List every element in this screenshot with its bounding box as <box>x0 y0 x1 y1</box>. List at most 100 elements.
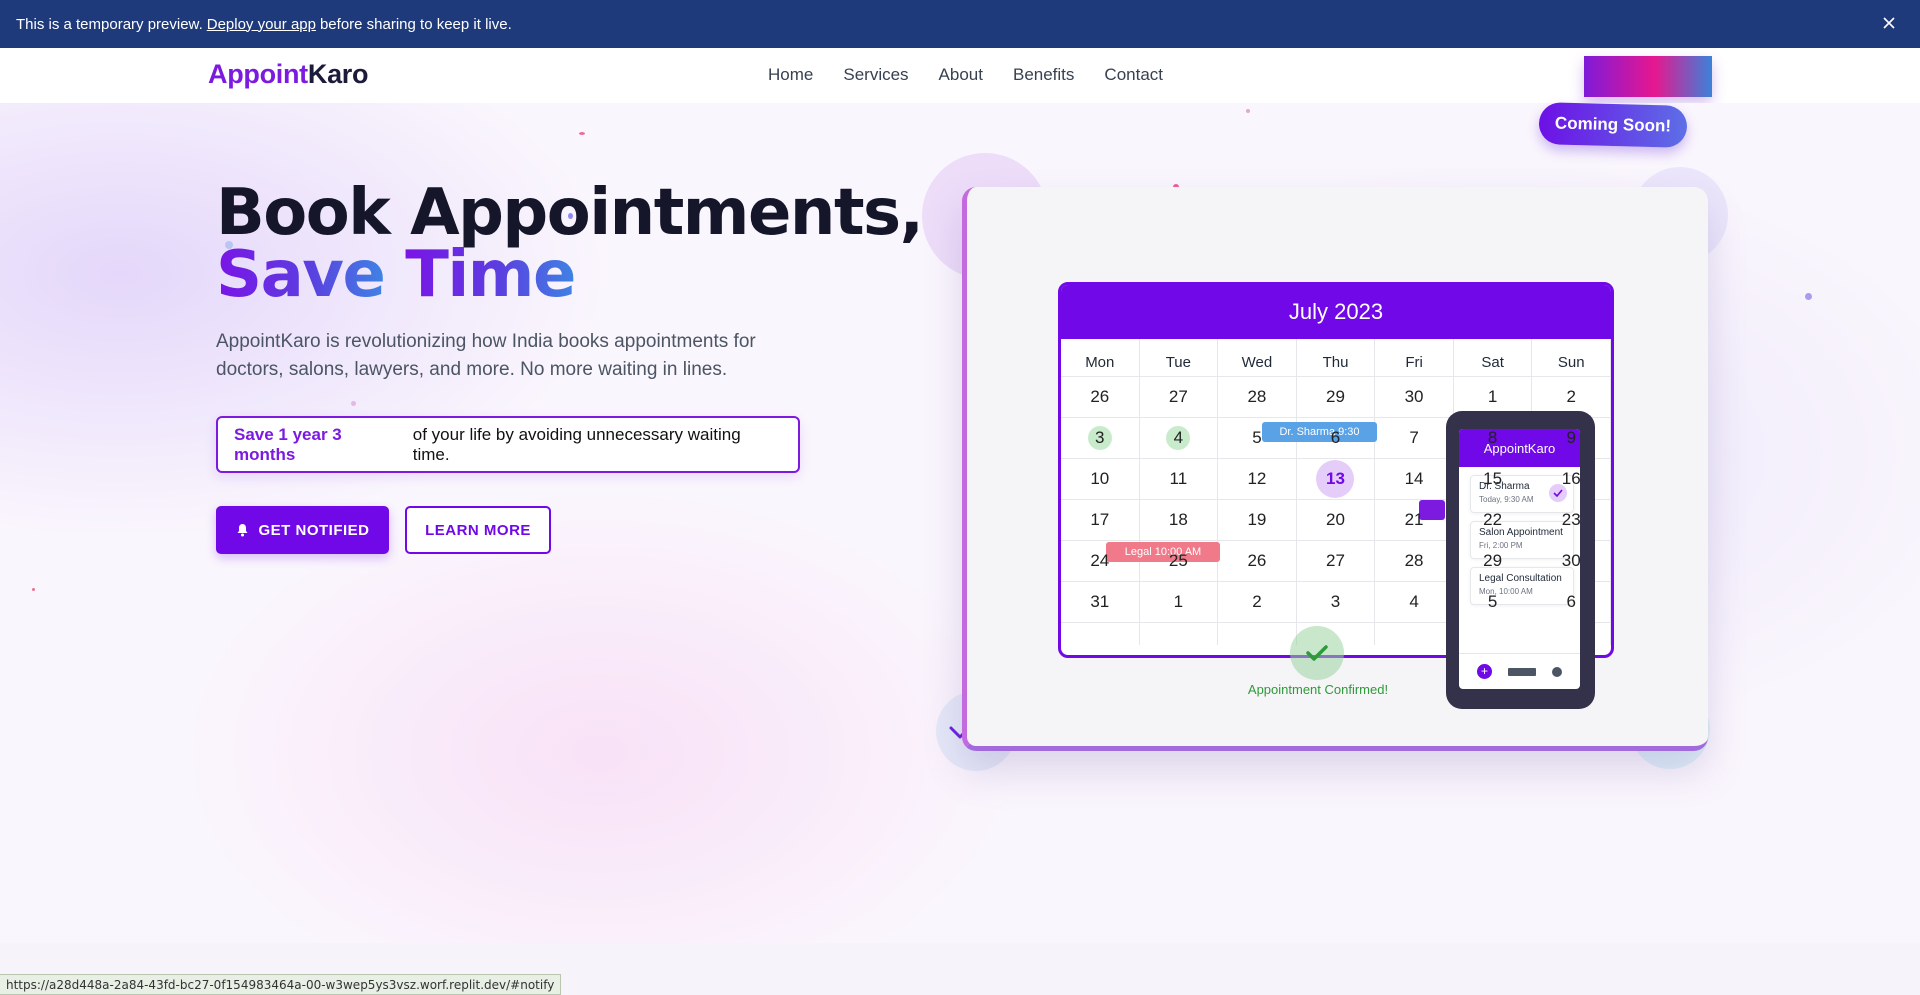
link-status-bar: https://a28d448a-2a84-43fd-bc27-0f154983… <box>0 974 562 995</box>
learn-more-label: LEARN MORE <box>425 521 531 539</box>
calendar-day[interactable]: 19 <box>1218 500 1297 541</box>
calendar-day[interactable]: 12 <box>1218 459 1297 500</box>
calendar-day[interactable]: 4 <box>1139 418 1219 459</box>
weekday-label: Wed <box>1218 339 1297 377</box>
day-number: 30 <box>1404 387 1424 406</box>
nav-benefits[interactable]: Benefits <box>1013 65 1074 85</box>
day-number: 27 <box>1168 387 1188 406</box>
appointment-title: Legal Consultation <box>1479 573 1562 584</box>
day-number: 29 <box>1326 387 1345 406</box>
calendar-day[interactable]: 4 <box>1375 582 1454 623</box>
day-number: 26 <box>1090 387 1110 406</box>
day-number: 11 <box>1169 469 1188 488</box>
calendar-day[interactable]: 1 <box>1139 582 1219 623</box>
day-number: 13 <box>1326 469 1345 488</box>
calendar-day[interactable]: 30 <box>1375 377 1454 418</box>
calendar-day[interactable]: 27 <box>1296 541 1376 582</box>
calendar-day[interactable]: 10 <box>1061 459 1140 500</box>
day-number: 12 <box>1247 469 1267 488</box>
decorative-dot <box>32 588 35 591</box>
confirmation-circle <box>1290 626 1344 680</box>
plus-icon[interactable]: + <box>1477 664 1492 679</box>
appointment-time: Fri, 2:00 PM <box>1479 541 1523 550</box>
calendar-day[interactable]: 3 <box>1061 418 1140 459</box>
day-number: 14 <box>1404 469 1424 488</box>
day-number: 4 <box>1173 428 1184 447</box>
logo[interactable]: AppointKaro <box>208 59 369 90</box>
close-icon[interactable] <box>1880 14 1898 32</box>
calendar-day[interactable]: 26 <box>1218 541 1297 582</box>
event-legal[interactable]: Legal 10:00 AM <box>1106 542 1220 562</box>
weekday-label: Thu <box>1296 339 1376 377</box>
calendar-day[interactable]: 26 <box>1061 377 1140 418</box>
day-number: 1 <box>1487 387 1498 406</box>
time-saved-highlight: Save 1 year 3 months <box>234 424 342 464</box>
day-number: 16 <box>1561 469 1581 488</box>
time-saved-callout: Save 1 year 3 months of your life by avo… <box>216 416 800 473</box>
calendar-day[interactable]: 29 <box>1296 377 1376 418</box>
banner-text-after: before sharing to keep it live. <box>319 15 512 33</box>
phone-appointment-item[interactable]: Legal Consultation Mon, 10:00 AM <box>1470 567 1574 605</box>
calendar-day[interactable]: 31 <box>1061 582 1140 623</box>
calendar-day[interactable]: 2 <box>1218 582 1297 623</box>
phone-bottom-bar: + <box>1459 653 1580 689</box>
day-number: 2 <box>1252 592 1262 611</box>
calendar-day[interactable]: 13 <box>1296 459 1376 500</box>
weekday-label: Mon <box>1061 339 1140 377</box>
navbar: AppointKaro Home Services About Benefits… <box>0 48 1920 103</box>
nav-cta-button[interactable] <box>1584 56 1712 97</box>
day-number: 20 <box>1326 510 1345 529</box>
calendar-day[interactable]: 11 <box>1139 459 1219 500</box>
day-number: 28 <box>1404 551 1424 570</box>
day-number: 21 <box>1404 510 1424 529</box>
calendar-month: July 2023 <box>1061 285 1611 339</box>
day-number: 2 <box>1566 387 1576 406</box>
learn-more-button[interactable]: LEARN MORE <box>405 506 551 554</box>
calendar-day[interactable]: 14 <box>1375 459 1454 500</box>
day-number: 19 <box>1247 510 1267 529</box>
calendar-day[interactable]: 7 <box>1375 418 1454 459</box>
logo-appoint: Appoint <box>208 59 308 89</box>
get-notified-label: GET NOTIFIED <box>258 521 370 539</box>
phone-app-title: AppointKaro <box>1459 429 1580 467</box>
calendar-day[interactable]: 18 <box>1139 500 1219 541</box>
day-number: 9 <box>1566 428 1576 447</box>
day-number: 31 <box>1090 592 1110 611</box>
coming-soon-badge: Coming Soon! <box>1538 102 1688 148</box>
day-number: 25 <box>1168 551 1188 570</box>
day-number: 5 <box>1252 428 1262 447</box>
day-number: 18 <box>1168 510 1188 529</box>
day-number: 29 <box>1483 551 1503 570</box>
calendar-day[interactable]: 20 <box>1296 500 1376 541</box>
weekday-label: Sun <box>1532 339 1611 377</box>
get-notified-button[interactable]: GET NOTIFIED <box>216 506 389 554</box>
calendar-day[interactable]: 3 <box>1296 582 1376 623</box>
calendar-day[interactable]: 27 <box>1139 377 1219 418</box>
logo-karo: Karo <box>307 59 369 89</box>
nav-about[interactable]: About <box>939 65 983 85</box>
day-number: 8 <box>1487 428 1498 447</box>
menu-bar-icon[interactable] <box>1508 667 1536 676</box>
day-number: 4 <box>1409 592 1419 611</box>
nav-services[interactable]: Services <box>843 65 908 85</box>
day-number: 15 <box>1483 469 1503 488</box>
nav-contact[interactable]: Contact <box>1104 65 1163 85</box>
calendar-day[interactable]: 28 <box>1218 377 1297 418</box>
weekday-label: Tue <box>1139 339 1219 377</box>
decorative-dot <box>1246 109 1250 113</box>
day-number: 17 <box>1090 510 1110 529</box>
hero-title: Book Appointments, Save Time <box>216 181 924 307</box>
calendar-day[interactable]: 17 <box>1061 500 1140 541</box>
day-number: 6 <box>1566 592 1576 611</box>
hero-title-save: Save <box>216 238 386 312</box>
profile-dot-icon[interactable] <box>1552 666 1562 677</box>
day-number: 1 <box>1173 592 1184 611</box>
event-dr-sharma[interactable]: Dr. Sharma 9:30 <box>1262 422 1377 442</box>
nav-home[interactable]: Home <box>768 65 813 85</box>
appointment-confirmed-text: Appointment Confirmed! <box>1247 682 1389 697</box>
calendar-filler-cell <box>1218 623 1297 645</box>
day-number: 6 <box>1330 428 1341 447</box>
deploy-app-link[interactable]: Deploy your app <box>207 16 316 33</box>
calendar-day[interactable]: 28 <box>1375 541 1454 582</box>
hero-description: AppointKaro is revolutionizing how India… <box>216 331 756 380</box>
